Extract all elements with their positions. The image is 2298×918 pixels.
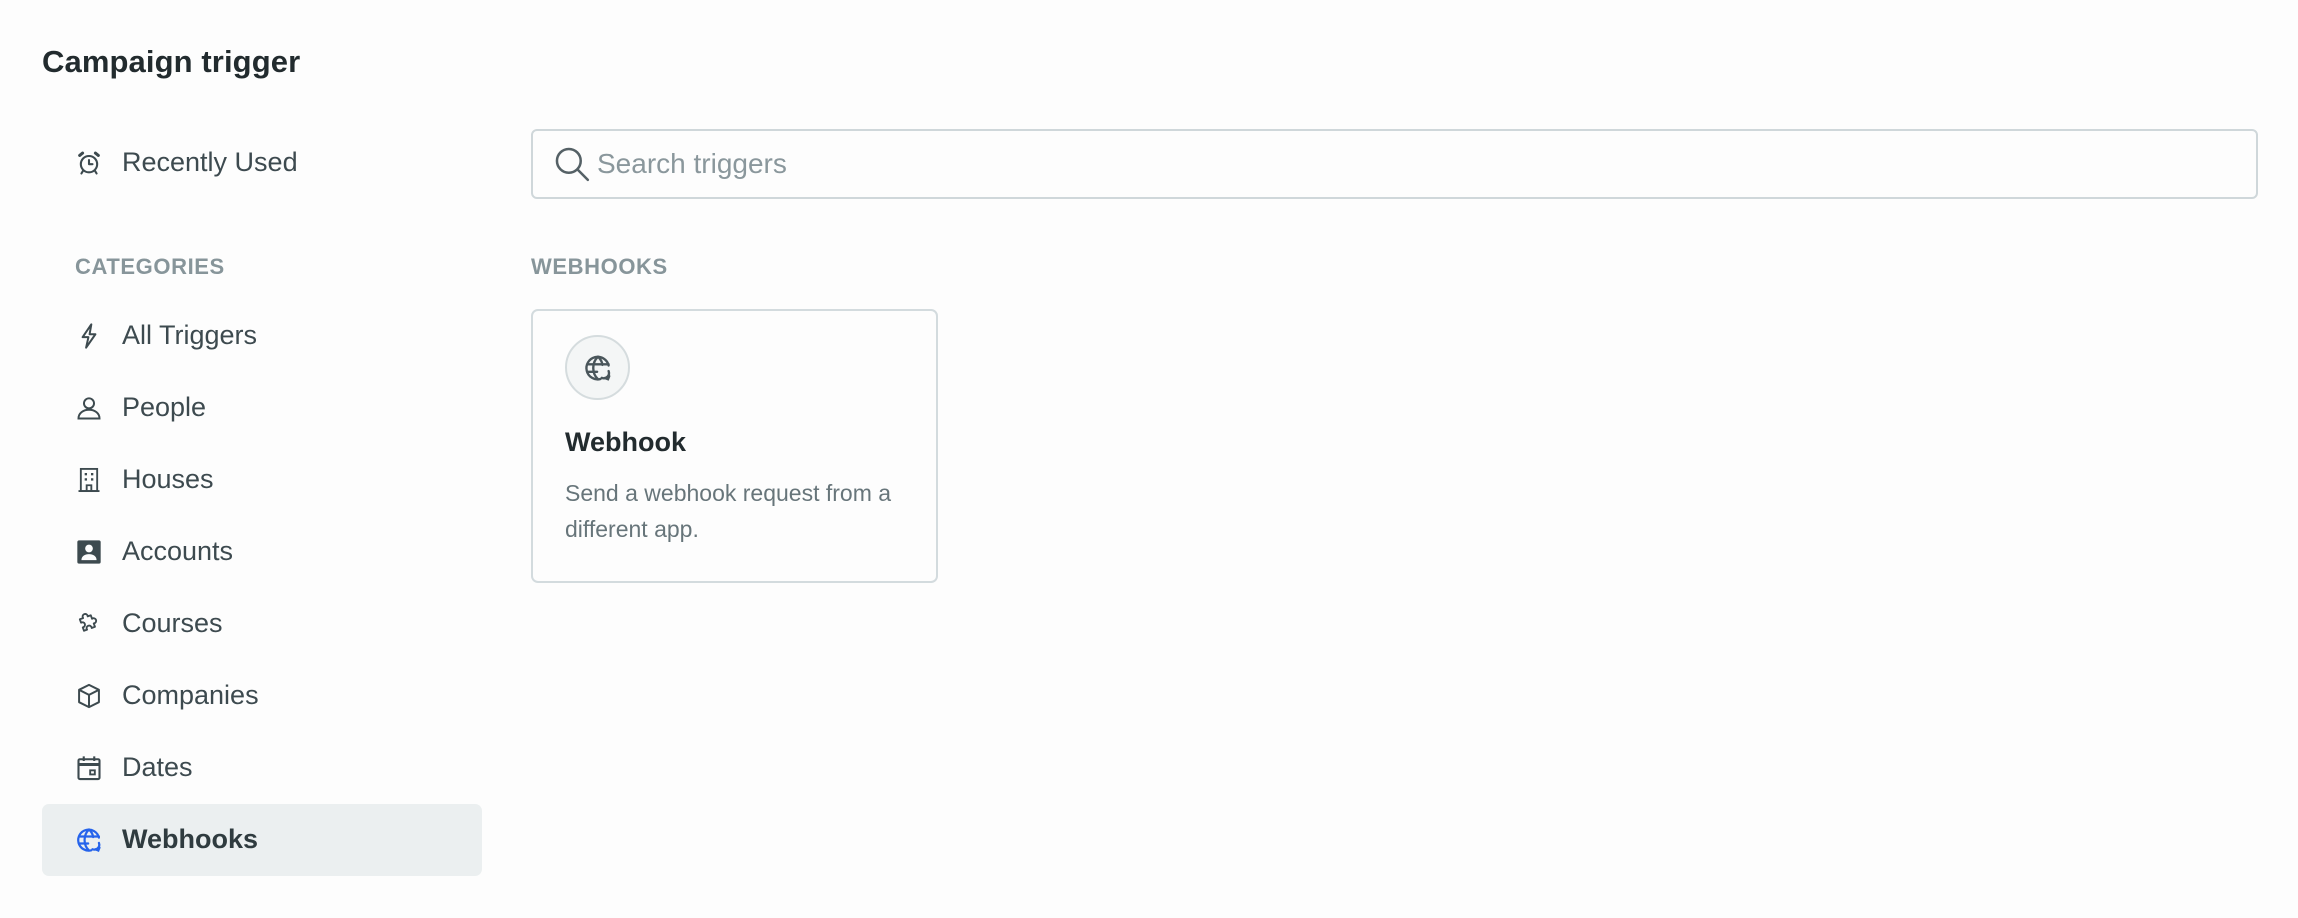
sidebar-item-label: Courses	[122, 607, 223, 638]
sidebar-item-webhooks[interactable]: Webhooks	[42, 804, 482, 876]
search-icon	[553, 145, 591, 183]
webhooks-section-heading: WEBHOOKS	[531, 254, 668, 279]
sidebar-item-houses[interactable]: Houses	[42, 444, 482, 516]
categories-heading: CATEGORIES	[75, 254, 225, 279]
globe-sync-icon	[583, 353, 613, 383]
sidebar-item-label: People	[122, 391, 207, 422]
sidebar-item-recently-used[interactable]: Recently Used	[42, 127, 482, 199]
building-icon	[75, 466, 103, 494]
card-title: Webhook	[565, 427, 686, 457]
globe-sync-icon	[75, 826, 103, 854]
search-input[interactable]	[597, 131, 2246, 197]
page-title: Campaign trigger	[42, 44, 301, 79]
sidebar-item-courses[interactable]: Courses	[42, 588, 482, 660]
sidebar-item-accounts[interactable]: Accounts	[42, 516, 482, 588]
sidebar-item-label: All Triggers	[122, 319, 258, 350]
sidebar-item-label: Recently Used	[122, 146, 298, 177]
trigger-card-webhook[interactable]: Webhook Send a webhook request from a di…	[531, 309, 938, 583]
account-card-icon	[75, 538, 103, 566]
card-description: Send a webhook request from a different …	[565, 480, 892, 542]
sidebar-item-label: Accounts	[122, 535, 234, 566]
sidebar-item-label: Companies	[122, 679, 259, 710]
sidebar-item-all-triggers[interactable]: All Triggers	[42, 300, 482, 372]
alarm-clock-icon	[75, 149, 103, 177]
sidebar-item-label: Dates	[122, 751, 193, 782]
sidebar-item-label: Webhooks	[122, 823, 259, 854]
search-field[interactable]	[531, 129, 2258, 199]
puzzle-piece-icon	[75, 610, 103, 638]
sidebar-item-label: Houses	[122, 463, 214, 494]
card-icon-badge	[565, 335, 630, 400]
person-icon	[75, 394, 103, 422]
sidebar-item-people[interactable]: People	[42, 372, 482, 444]
cube-icon	[75, 682, 103, 710]
calendar-icon	[75, 754, 103, 782]
lightning-bolt-icon	[75, 322, 103, 350]
sidebar-item-companies[interactable]: Companies	[42, 660, 482, 732]
sidebar-item-dates[interactable]: Dates	[42, 732, 482, 804]
